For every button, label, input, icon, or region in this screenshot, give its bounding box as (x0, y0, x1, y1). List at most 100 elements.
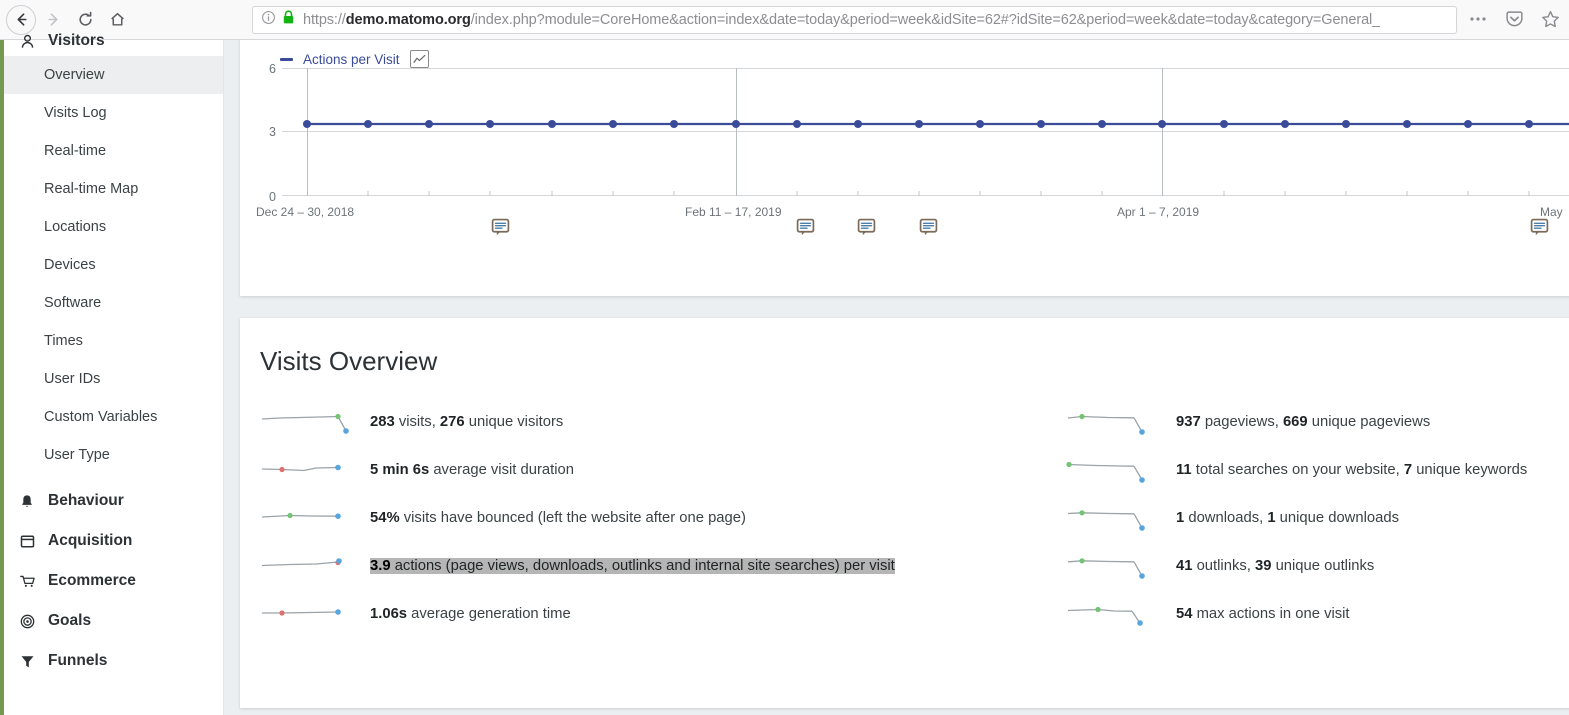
sidebar-category-goals[interactable]: Goals (0, 608, 223, 634)
metric-value: 54 (1176, 606, 1193, 622)
sidebar-item-label: Custom Variables (44, 409, 158, 425)
metric-row: 1.06s average generation time (260, 590, 900, 638)
x-tick-label-3: May (1540, 205, 1563, 219)
sparkline-outlinks[interactable] (1066, 551, 1162, 581)
url-scheme: https:// (303, 12, 346, 28)
page-title: Visits Overview (260, 346, 438, 376)
sidebar-item-visits-log[interactable]: Visits Log (0, 94, 223, 132)
sidebar-category-ecommerce[interactable]: Ecommerce (0, 568, 223, 594)
sidebar-category-visitors[interactable]: Visitors (0, 28, 223, 54)
annotation-speech-bubble-icon[interactable] (857, 218, 876, 242)
metric-row: 11 total searches on your website, 7 uni… (1066, 446, 1569, 494)
sidebar-item-label: User IDs (44, 371, 101, 387)
sidebar-item-label: Real-time Map (44, 181, 139, 197)
metric-value: 5 min 6s (370, 462, 430, 478)
metric-value: 283 (370, 414, 395, 430)
sparkline-site-searches[interactable] (1066, 455, 1162, 485)
sidebar-item-devices[interactable]: Devices (0, 246, 223, 284)
evolution-chart: Actions per Visit 6 3 0 Dec 24 – 30, 201… (240, 40, 1569, 256)
metric-label: 54 max actions in one visit (1176, 606, 1350, 622)
star-bookmark-icon[interactable] (1539, 8, 1561, 30)
annotation-speech-bubble-icon[interactable] (919, 218, 938, 242)
metric-label: 1 downloads, 1 unique downloads (1176, 510, 1399, 526)
cart-icon (20, 574, 42, 589)
sidebar-category-funnels[interactable]: Funnels (0, 648, 223, 674)
metric-value: 3.9 (370, 558, 391, 574)
browser-toolbar-right (1467, 8, 1561, 30)
sparkline-visit-duration[interactable] (260, 455, 356, 485)
metric-row: 54% visits have bounced (left the websit… (260, 494, 900, 542)
sidebar-category-behaviour[interactable]: Behaviour (0, 488, 223, 514)
metric-label: 54% visits have bounced (left the websit… (370, 510, 746, 526)
metric-value-2: 276 (439, 414, 465, 430)
visits-overview-card: Visits Overview 283 visits, 276 unique v… (240, 318, 1569, 708)
padlock-secure-icon[interactable] (282, 10, 295, 30)
pocket-save-icon[interactable] (1503, 8, 1525, 30)
page-body: Visitors Overview Visits Log Real-time R… (0, 33, 1569, 715)
sidebar-item-real-time-map[interactable]: Real-time Map (0, 170, 223, 208)
sparkline-bounce-rate[interactable] (260, 503, 356, 533)
sidebar-category-acquisition[interactable]: Acquisition (0, 528, 223, 554)
visitors-person-icon (20, 34, 42, 49)
y-tick-6: 6 (269, 62, 276, 76)
sidebar-item-times[interactable]: Times (0, 322, 223, 360)
x-tick-label-2: Apr 1 – 7, 2019 (1117, 205, 1199, 219)
metric-value-2: 7 (1403, 462, 1413, 478)
sparkline-visits[interactable] (260, 407, 356, 437)
sidebar-item-real-time[interactable]: Real-time (0, 132, 223, 170)
metric-row: 5 min 6s average visit duration (260, 446, 900, 494)
sidebar-item-label: Visits Log (44, 105, 107, 121)
sparkline-pageviews[interactable] (1066, 407, 1162, 437)
metric-row: 1 downloads, 1 unique downloads (1066, 494, 1569, 542)
metric-value: 54% (370, 510, 400, 526)
metric-value: 1.06s (370, 606, 408, 622)
metric-value-2: 39 (1254, 558, 1272, 574)
left-sidebar: Visitors Overview Visits Log Real-time R… (0, 33, 224, 715)
sidebar-item-label: Overview (44, 67, 105, 83)
metrics-column-left: 283 visits, 276 unique visitors 5 min 6s… (260, 398, 900, 638)
annotation-speech-bubble-icon[interactable] (491, 218, 510, 242)
metric-value-2: 669 (1282, 414, 1308, 430)
sidebar-item-label: User Type (44, 447, 110, 463)
sidebar-item-software[interactable]: Software (0, 284, 223, 322)
metric-row: 937 pageviews, 669 unique pageviews (1066, 398, 1569, 446)
metric-label: 283 visits, 276 unique visitors (370, 414, 564, 430)
metric-row: 41 outlinks, 39 unique outlinks (1066, 542, 1569, 590)
sidebar-item-custom-variables[interactable]: Custom Variables (0, 398, 223, 436)
chart-plot-area: 6 3 0 Dec 24 – 30, 2018 Feb 11 – 17, 201… (256, 62, 1569, 219)
metric-row: 54 max actions in one visit (1066, 590, 1569, 638)
x-tick-label-0: Dec 24 – 30, 2018 (256, 205, 354, 219)
sidebar-category-label: Behaviour (48, 492, 124, 510)
metric-row: 283 visits, 276 unique visitors (260, 398, 900, 446)
bell-icon (20, 494, 42, 509)
target-icon (20, 614, 42, 629)
metric-value: 937 (1176, 414, 1201, 430)
y-tick-0: 0 (269, 190, 276, 204)
sidebar-item-overview[interactable]: Overview (0, 56, 223, 94)
sidebar-item-user-type[interactable]: User Type (0, 436, 223, 474)
metric-label: 3.9 actions (page views, downloads, outl… (370, 558, 895, 574)
sidebar-item-locations[interactable]: Locations (0, 208, 223, 246)
metric-value: 41 (1176, 558, 1193, 574)
url-path: /index.php?module=CoreHome&action=index&… (470, 12, 1381, 28)
sparkline-actions-per-visit[interactable] (260, 551, 356, 581)
sparkline-max-actions[interactable] (1066, 599, 1162, 629)
site-info-icon[interactable] (261, 10, 276, 30)
metric-label: 1.06s average generation time (370, 606, 571, 622)
annotation-speech-bubble-icon[interactable] (1530, 218, 1549, 242)
sidebar-item-user-ids[interactable]: User IDs (0, 360, 223, 398)
sidebar-category-label: Funnels (48, 652, 108, 670)
metric-label: 5 min 6s average visit duration (370, 462, 574, 478)
sidebar-item-label: Locations (44, 219, 107, 235)
sparkline-generation-time[interactable] (260, 599, 356, 629)
sidebar-category-label: Visitors (48, 32, 105, 50)
sidebar-category-label: Ecommerce (48, 572, 136, 590)
sidebar-category-label: Goals (48, 612, 92, 630)
sidebar-subnav-visitors: Overview Visits Log Real-time Real-time … (0, 56, 223, 474)
url-address-bar[interactable]: https://demo.matomo.org/index.php?module… (252, 6, 1457, 34)
y-tick-3: 3 (269, 125, 276, 139)
annotation-speech-bubble-icon[interactable] (796, 218, 815, 242)
ellipsis-menu-icon[interactable] (1467, 8, 1489, 30)
metric-value-2: 1 (1267, 510, 1276, 526)
sparkline-downloads[interactable] (1066, 503, 1162, 533)
